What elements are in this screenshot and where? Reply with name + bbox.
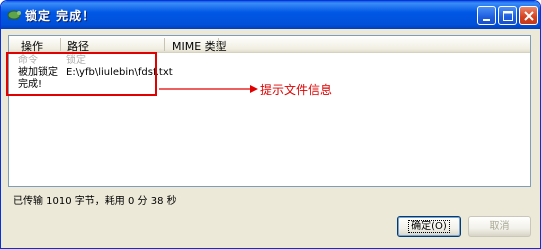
close-button[interactable] (519, 6, 538, 25)
maximize-icon (503, 11, 513, 21)
list-header: 操作 路径 MIME 类型 (9, 36, 530, 53)
column-divider[interactable] (164, 38, 165, 51)
annotation-label: 提示文件信息 (260, 83, 333, 97)
window-title: 锁定 完成！ (25, 9, 96, 23)
arrow-icon (159, 85, 258, 93)
column-divider[interactable] (218, 38, 219, 51)
ok-button-label: 确定(O) (408, 220, 450, 233)
cancel-button[interactable]: 取消 (468, 216, 531, 237)
maximize-button[interactable] (498, 6, 517, 25)
close-icon (524, 11, 534, 21)
minimize-button[interactable] (477, 6, 496, 25)
minimize-icon (483, 19, 490, 21)
highlight-box (6, 52, 157, 96)
tortoise-app-icon (7, 10, 21, 21)
ok-button[interactable]: 确定(O) (397, 216, 461, 237)
title-bar[interactable]: 锁定 完成！ (1, 1, 540, 29)
dialog-window: 锁定 完成！ 操作 路径 MIME 类型 命令 锁定 被加锁定 E:\yfb\l… (0, 0, 541, 249)
column-divider[interactable] (60, 38, 61, 51)
status-text: 已传输 1010 字节，耗用 0 分 38 秒 (13, 196, 177, 207)
